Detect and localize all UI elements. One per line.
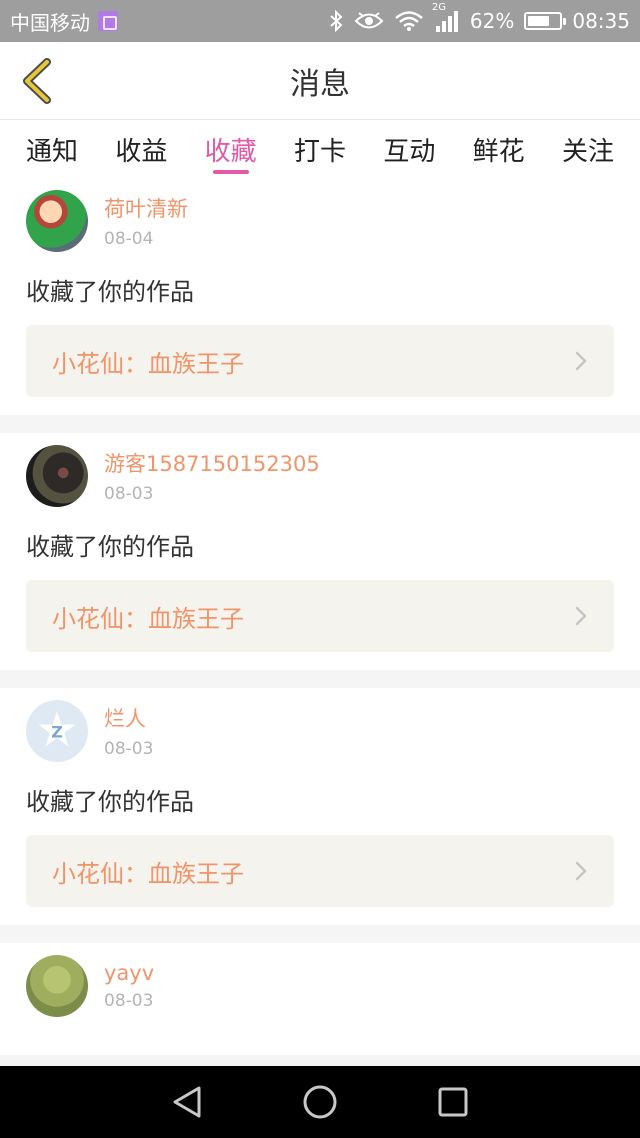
message-text: 收藏了你的作品 [26, 788, 194, 816]
message-card: 烂人 08-03 收藏了你的作品 小花仙：血族王子 [0, 688, 640, 925]
work-link[interactable]: 小花仙：血族王子 [26, 580, 614, 652]
title-bar: 消息 [0, 42, 640, 120]
message-card: 荷叶清新 08-04 收藏了你的作品 小花仙：血族王子 [0, 178, 640, 415]
sim-card-icon [98, 11, 118, 31]
tab-flowers[interactable]: 鲜花 [473, 120, 525, 178]
message-list: 荷叶清新 08-04 收藏了你的作品 小花仙：血族王子 游客1587150152… [0, 178, 640, 1066]
page-title: 消息 [290, 66, 350, 102]
battery-percent: 62% [469, 9, 515, 33]
work-title: 小花仙：血族王子 [52, 859, 244, 888]
battery-icon [524, 12, 567, 30]
message-date: 08-04 [104, 229, 154, 249]
chevron-right-icon [575, 351, 587, 371]
triangle-back-icon [173, 1086, 201, 1118]
work-link[interactable]: 小花仙：血族王子 [26, 835, 614, 907]
message-text: 收藏了你的作品 [26, 533, 194, 561]
avatar[interactable] [26, 955, 88, 1017]
tab-checkin[interactable]: 打卡 [294, 120, 346, 178]
chevron-right-icon [575, 606, 587, 626]
message-date: 08-03 [104, 484, 154, 504]
tab-interaction[interactable]: 互动 [383, 120, 435, 178]
wifi-icon [395, 11, 423, 31]
avatar[interactable] [26, 445, 88, 507]
work-title: 小花仙：血族王子 [52, 604, 244, 633]
nav-back-button[interactable] [159, 1074, 215, 1130]
tab-follow[interactable]: 关注 [562, 120, 614, 178]
avatar[interactable] [26, 700, 88, 762]
chevron-left-icon [23, 58, 51, 104]
circle-home-icon [303, 1085, 337, 1119]
carrier-label: 中国移动 [10, 10, 90, 35]
bluetooth-icon [330, 10, 343, 32]
eye-icon [354, 12, 384, 29]
user-name[interactable]: yayv [104, 961, 154, 985]
square-recents-icon [438, 1087, 468, 1117]
message-date: 08-03 [104, 991, 154, 1011]
chevron-right-icon [575, 861, 587, 881]
avatar[interactable] [26, 190, 88, 252]
back-button[interactable] [14, 56, 58, 106]
tab-notice[interactable]: 通知 [26, 120, 78, 178]
network-type-badge: 2G [431, 2, 447, 13]
tab-favorites[interactable]: 收藏 [205, 120, 257, 178]
nav-recents-button[interactable] [425, 1074, 481, 1130]
work-title: 小花仙：血族王子 [52, 349, 244, 378]
system-nav-bar [0, 1066, 640, 1138]
message-card: 游客1587150152305 08-03 收藏了你的作品 小花仙：血族王子 [0, 433, 640, 670]
status-bar: 中国移动 2G 62% 08:35 [0, 0, 640, 42]
message-date: 08-03 [104, 739, 154, 759]
tab-earnings[interactable]: 收益 [115, 120, 167, 178]
nav-home-button[interactable] [292, 1074, 348, 1130]
user-name[interactable]: 烂人 [104, 703, 153, 733]
tab-bar: 通知 收益 收藏 打卡 互动 鲜花 关注 [0, 120, 640, 178]
user-name[interactable]: 荷叶清新 [104, 193, 188, 223]
signal-icon [435, 11, 458, 32]
user-name[interactable]: 游客1587150152305 [104, 448, 320, 478]
message-card: yayv 08-03 [0, 943, 640, 1055]
clock: 08:35 [572, 9, 630, 33]
work-link[interactable]: 小花仙：血族王子 [26, 325, 614, 397]
message-text: 收藏了你的作品 [26, 278, 194, 306]
